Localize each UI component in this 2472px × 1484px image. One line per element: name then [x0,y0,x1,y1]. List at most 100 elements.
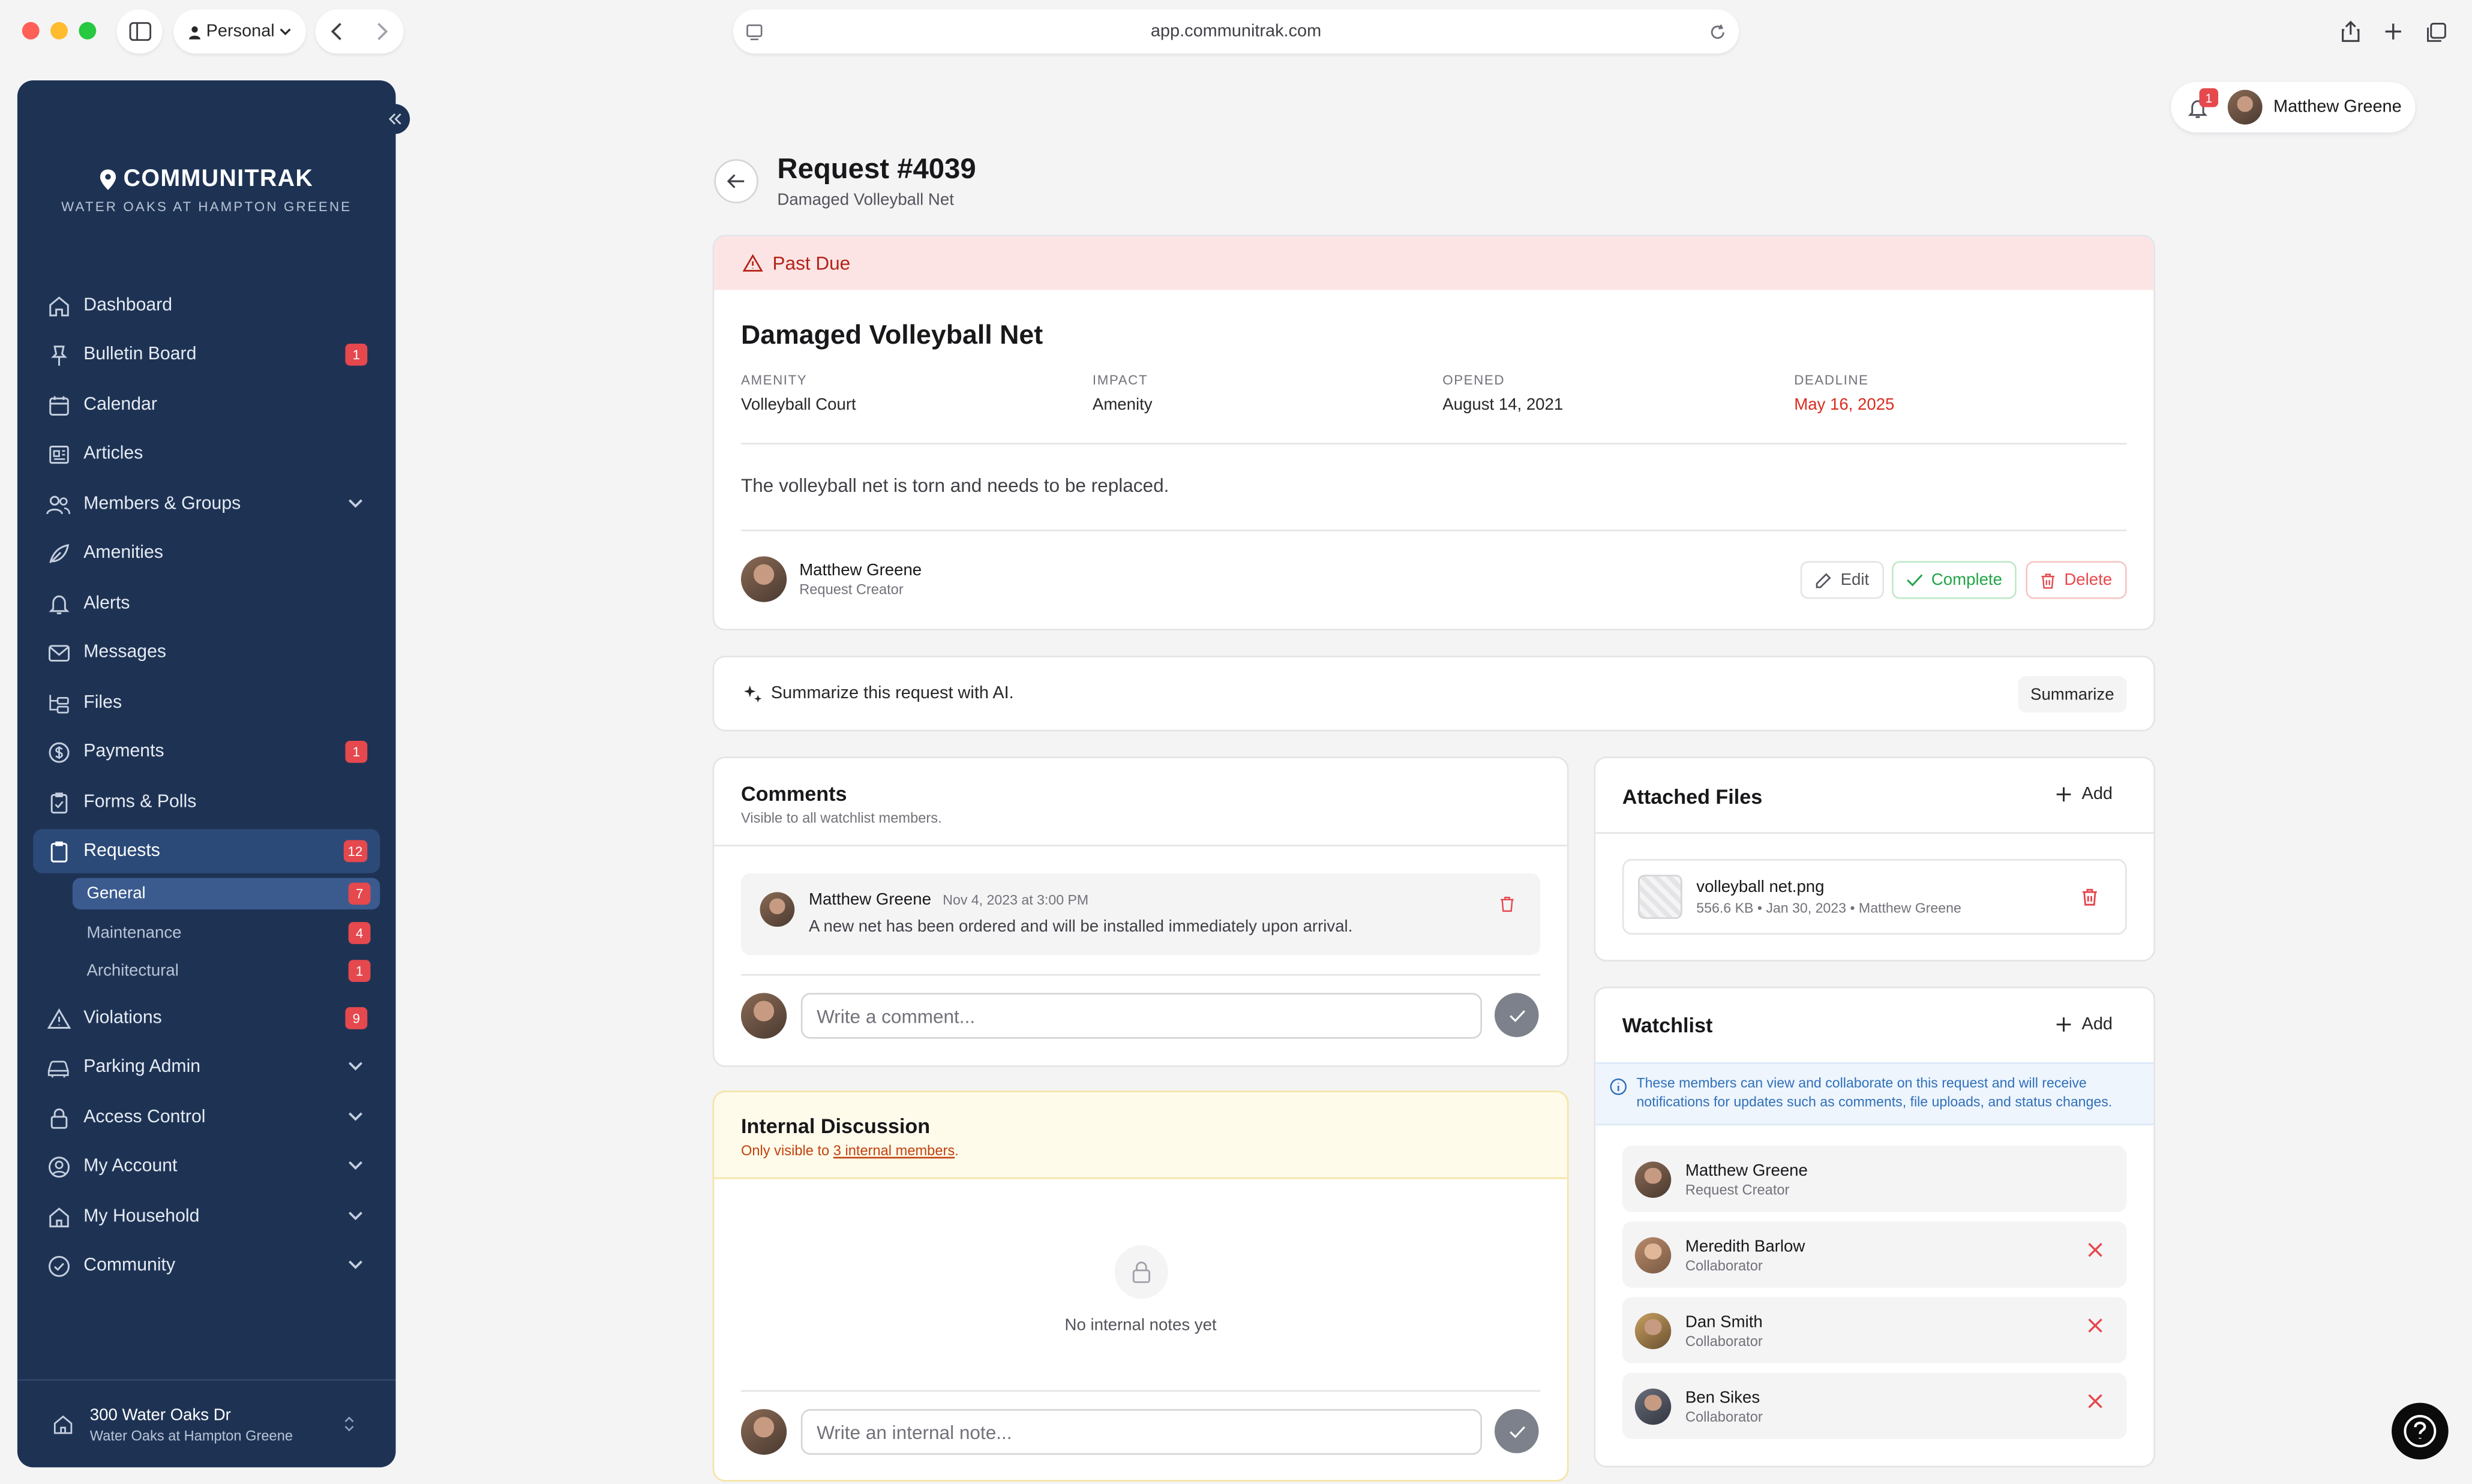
zoom-window-button[interactable] [79,22,97,40]
sidebar: COMMUNITRAK WATER OAKS AT HAMPTON GREENE… [17,80,396,1468]
watchlist-title: Watchlist [1622,1013,1713,1037]
sidebar-item-amenities[interactable]: Amenities [33,531,380,576]
comment-input[interactable]: Write a comment... [800,993,1482,1039]
url-text: app.communitrak.com [1150,22,1322,41]
minimize-window-button[interactable] [50,22,68,40]
forward-arrow-icon[interactable] [374,22,389,41]
help-button[interactable] [2392,1402,2449,1460]
sidebar-item-bulletin-board[interactable]: Bulletin Board 1 [33,332,380,377]
reload-icon[interactable] [1709,23,1726,40]
comment-time: Nov 4, 2023 at 3:00 PM [943,892,1089,908]
comments-card: Comments Visible to all watchlist member… [712,756,1569,1067]
sidebar-item-my-household[interactable]: My Household [33,1195,380,1239]
avatar [1634,1161,1672,1197]
check-icon [1508,1425,1525,1438]
sidebar-item-messages[interactable]: Messages [33,630,380,675]
new-tab-button[interactable] [2377,16,2409,47]
sidebar-item-dashboard[interactable]: Dashboard [33,284,380,328]
sidebar-item-parking-admin[interactable]: Parking Admin [33,1045,380,1089]
folder-tree-icon [46,690,71,716]
comment-text: A new net has been ordered and will be i… [808,917,1353,936]
chevron-down-icon [349,1161,362,1170]
lock-icon [46,1105,71,1130]
sidebar-item-violations[interactable]: Violations 9 [33,996,380,1041]
sidebar-item-forms-polls[interactable]: Forms & Polls [33,780,380,825]
watchlist-member: Dan Smith Collaborator [1622,1297,2127,1363]
close-window-button[interactable] [22,22,40,40]
comments-subtitle: Visible to all watchlist members. [740,810,942,826]
sidebar-subitem-architectural[interactable]: Architectural 1 [73,955,380,987]
tabs-icon [2426,22,2446,41]
chevron-down-icon [349,1112,362,1121]
collapse-sidebar-button[interactable] [380,104,410,134]
watchlist-member: Ben Sikes Collaborator [1622,1372,2127,1439]
file-item[interactable]: volleyball net.png 556.6 KB • Jan 30, 20… [1622,859,2127,935]
summarize-button[interactable]: Summarize [2018,676,2127,713]
arrow-left-icon [727,174,745,188]
sidebar-toggle-button[interactable] [116,9,163,54]
remove-member-icon[interactable] [2087,1242,2103,1258]
remove-member-icon[interactable] [2087,1318,2103,1333]
violations-badge: 9 [345,1007,368,1029]
back-arrow-icon[interactable] [329,22,345,41]
brand-name: COMMUNITRAK [123,165,314,193]
profile-switcher[interactable]: Personal [173,9,306,54]
dollar-icon [46,739,71,764]
avatar [740,1409,787,1455]
plus-icon [2385,23,2401,40]
newspaper-icon [46,441,71,467]
sidebar-subitem-maintenance[interactable]: Maintenance 4 [73,917,380,949]
divider [1595,832,2154,834]
send-comment-button[interactable] [1494,993,1539,1037]
send-internal-note-button[interactable] [1494,1409,1539,1453]
add-watcher-button[interactable]: Add [2056,1015,2113,1034]
internal-members-link[interactable]: 3 internal members [833,1143,955,1158]
delete-button[interactable]: Delete [2026,561,2127,599]
notifications-button[interactable]: 1 [2183,88,2219,123]
sidebar-item-community[interactable]: Community [33,1243,380,1288]
watchlist-card: Watchlist Add These members can view and… [1594,986,2155,1468]
sidebar-item-calendar[interactable]: Calendar [33,383,380,428]
sidebar-item-articles[interactable]: Articles [33,432,380,476]
comment-item: Matthew Greene Nov 4, 2023 at 3:00 PM A … [740,873,1541,956]
request-creator: Matthew Greene Request Creator [740,556,922,602]
sidebar-item-files[interactable]: Files [33,681,380,725]
trash-icon [2042,573,2055,588]
bell-icon [46,591,71,616]
check-icon [1907,574,1923,587]
chevron-up-down-icon [344,1416,354,1432]
empty-state-text: No internal notes yet [1064,1316,1217,1335]
internal-note-input[interactable]: Write an internal note... [800,1409,1482,1455]
page-settings-icon[interactable] [746,23,763,40]
sidebar-item-requests[interactable]: Requests 12 [33,829,380,873]
chevron-down-icon [349,499,362,508]
sidebar-item-alerts[interactable]: Alerts [33,582,380,626]
sidebar-item-payments[interactable]: Payments 1 [33,730,380,774]
trash-icon[interactable] [1499,895,1515,912]
user-circle-icon [46,1153,71,1179]
add-file-button[interactable]: Add [2056,785,2113,804]
sidebar-item-access-control[interactable]: Access Control [33,1095,380,1140]
edit-button[interactable]: Edit [1800,561,1884,599]
address-bar[interactable]: app.communitrak.com [733,9,1739,54]
request-detail-card: Past Due Damaged Volleyball Net AMENITY … [712,235,2155,631]
tab-overview-button[interactable] [2420,16,2452,47]
back-button[interactable] [714,159,758,203]
page-subtitle: Damaged Volleyball Net [777,190,954,210]
sidebar-item-members-groups[interactable]: Members & Groups [33,482,380,527]
share-button[interactable] [2335,16,2366,47]
complete-button[interactable]: Complete [1892,561,2017,599]
sidebar-subitem-general[interactable]: General 7 [72,878,380,910]
sidebar-item-my-account[interactable]: My Account [33,1144,380,1189]
remove-member-icon[interactable] [2087,1393,2103,1409]
property-switcher[interactable]: 300 Water Oaks Dr Water Oaks at Hampton … [17,1379,396,1467]
avatar [740,993,787,1039]
internal-discussion-card: Internal Discussion Only visible to 3 in… [712,1091,1569,1482]
watchlist-member: Meredith Barlow Collaborator [1622,1221,2127,1288]
attached-files-title: Attached Files [1622,785,1763,809]
user-menu[interactable]: 1 Matthew Greene [2171,82,2416,133]
plus-icon [2057,1017,2072,1032]
clipboard-check-icon [46,789,71,815]
trash-icon[interactable] [2081,887,2098,906]
internal-discussion-subtitle: Only visible to 3 internal members. [740,1143,959,1159]
